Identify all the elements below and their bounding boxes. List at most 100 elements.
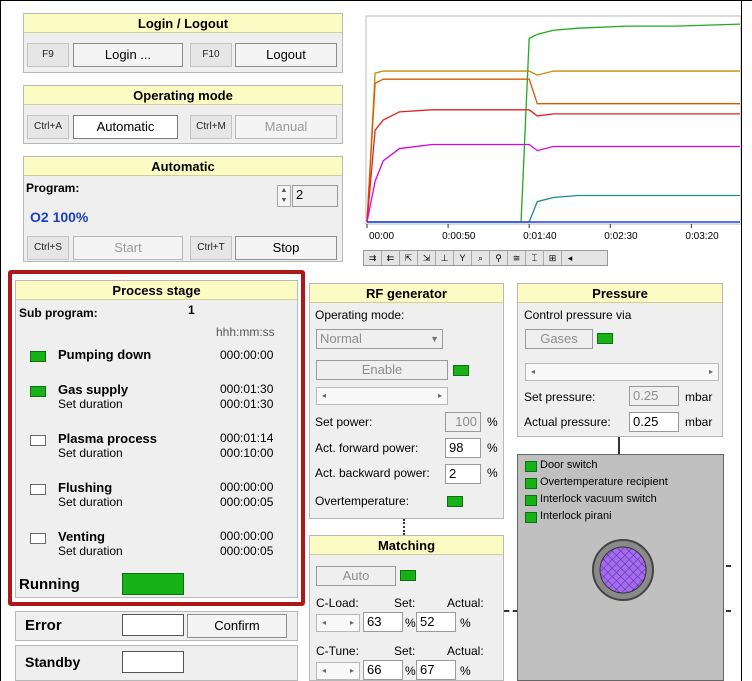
stage-set-time-flushing: 000:00:05 <box>220 495 274 509</box>
stop-button[interactable]: Stop <box>235 236 337 260</box>
program-number-field[interactable]: 2 <box>292 185 338 207</box>
door-switch-label: Door switch <box>540 459 598 471</box>
running-label: Running <box>19 576 80 593</box>
logout-button[interactable]: Logout <box>235 43 337 67</box>
zoom-region-icon[interactable]: ⚲ <box>490 251 508 265</box>
backward-power-unit: % <box>487 466 498 480</box>
stage-time-pumping-down: 000:00:00 <box>220 348 274 362</box>
overtemperature-label: Overtemperature: <box>315 494 410 508</box>
chart-x-tick-label: 00:00 <box>369 231 394 242</box>
running-indicator <box>122 573 184 595</box>
ctune-actual-field: 67 <box>416 660 456 680</box>
scroll-right-icon[interactable]: ▸ <box>706 366 716 378</box>
set-power-unit: % <box>487 415 498 429</box>
stage-time-plasma-process: 000:01:14 <box>220 431 274 445</box>
gases-button[interactable]: Gases <box>525 329 593 349</box>
chamber-panel: Door switch Overtemperature recipient In… <box>517 454 724 681</box>
zoom-y-icon[interactable]: ⇲ <box>418 251 436 265</box>
stage-indicator-plasma-process <box>30 435 46 446</box>
axis-icon[interactable]: ⊥ <box>436 251 454 265</box>
chart-plot-area <box>365 15 742 225</box>
backward-power-field: 2 <box>445 464 481 484</box>
zoom-icon[interactable]: ⌕ <box>472 251 490 265</box>
chamber-window-icon <box>592 539 654 601</box>
stage-name-pumping-down: Pumping down <box>58 347 152 362</box>
pressure-panel: Pressure Control pressure via Gases ◂ ▸ … <box>517 283 723 437</box>
stage-set-time-venting: 000:00:05 <box>220 544 274 558</box>
program-spinner[interactable]: ▲ ▼ <box>277 185 291 207</box>
forward-power-label: Act. forward power: <box>315 441 419 455</box>
ctune-set-field[interactable]: 66 <box>363 660 403 680</box>
scroll-right-icon[interactable]: ▸ <box>347 617 357 629</box>
actual-pressure-unit: mbar <box>685 415 713 429</box>
rf-operating-mode-select[interactable]: Normal ▼ <box>316 329 443 349</box>
confirm-button[interactable]: Confirm <box>187 614 287 638</box>
rf-enable-indicator <box>453 365 469 376</box>
pressure-title: Pressure <box>518 284 722 303</box>
matching-auto-button[interactable]: Auto <box>316 566 396 586</box>
error-label: Error <box>25 617 62 634</box>
program-name: O2 100% <box>30 209 89 225</box>
grid-icon[interactable]: ⊞ <box>544 251 562 265</box>
ctune-label: C-Tune: <box>316 644 359 658</box>
connector-dash <box>504 610 518 612</box>
chart-toolbar: ⇉ ⇇ ⇱ ⇲ ⊥ Y ⌕ ⚲ ≅ ⌶ ⊞ ◂ <box>363 250 608 266</box>
chart-x-tick-label: 0:00:50 <box>442 231 476 242</box>
stage-set-time-gas-supply: 000:01:30 <box>220 397 274 411</box>
sub-program-label: Sub program: <box>19 306 98 320</box>
start-button[interactable]: Start <box>73 236 183 260</box>
set-power-label: Set power: <box>315 415 373 429</box>
left-border <box>0 0 1 681</box>
y-scale-icon[interactable]: Y <box>454 251 472 265</box>
set-pressure-field[interactable]: 0.25 <box>629 386 679 406</box>
manual-mode-button[interactable]: Manual <box>235 115 337 139</box>
pan-right-icon[interactable]: ⇇ <box>382 251 400 265</box>
gases-indicator <box>597 333 613 344</box>
ctune-slider[interactable]: ◂ ▸ <box>316 662 360 680</box>
set-pressure-label: Set pressure: <box>524 390 596 404</box>
interlock-pirani-indicator <box>525 512 537 523</box>
pan-left-icon[interactable]: ⇉ <box>364 251 382 265</box>
scroll-left-icon[interactable]: ◂ <box>319 665 329 677</box>
scroll-left-icon[interactable]: ◂ <box>319 617 329 629</box>
edge-mark <box>726 610 731 615</box>
stop-shortcut: Ctrl+T <box>190 236 232 260</box>
ctune-set-unit: % <box>405 664 416 678</box>
auto-scale-icon[interactable]: ≅ <box>508 251 526 265</box>
cload-label: C-Load: <box>316 596 359 610</box>
rf-power-slider[interactable]: ◂ ▸ <box>316 387 448 405</box>
zoom-x-icon[interactable]: ⇱ <box>400 251 418 265</box>
pressure-slider[interactable]: ◂ ▸ <box>525 363 719 381</box>
login-button[interactable]: Login ... <box>73 43 183 67</box>
ctune-actual-unit: % <box>460 664 471 678</box>
interlock-pirani-label: Interlock pirani <box>540 510 612 522</box>
scroll-left-icon[interactable]: ◂ <box>528 366 538 378</box>
cload-set-unit: % <box>405 616 416 630</box>
ctune-set-label: Set: <box>394 644 416 658</box>
cload-slider[interactable]: ◂ ▸ <box>316 614 360 632</box>
overtemperature-indicator <box>447 496 463 507</box>
scroll-left-icon[interactable]: ◂ <box>562 251 578 265</box>
set-power-field[interactable]: 100 <box>445 412 481 432</box>
cload-set-label: Set: <box>394 596 416 610</box>
stage-time-gas-supply: 000:01:30 <box>220 382 274 396</box>
interlock-vacuum-indicator <box>525 495 537 506</box>
stage-set-label-flushing: Set duration <box>58 495 123 509</box>
chevron-down-icon: ▼ <box>430 334 439 344</box>
cursor-icon[interactable]: ⌶ <box>526 251 544 265</box>
rf-enable-button[interactable]: Enable <box>316 360 448 380</box>
scroll-left-icon[interactable]: ◂ <box>319 390 329 402</box>
right-border <box>741 0 742 681</box>
automatic-mode-button[interactable]: Automatic <box>73 115 178 139</box>
rf-generator-title: RF generator <box>310 284 503 303</box>
scroll-right-icon[interactable]: ▸ <box>435 390 445 402</box>
ctune-actual-label: Actual: <box>447 644 484 658</box>
backward-power-label: Act. backward power: <box>315 466 430 480</box>
stage-time-flushing: 000:00:00 <box>220 480 274 494</box>
trend-chart-svg: 00:00 0:00:50 0:01:40 0:02:30 0:03:20 <box>365 15 742 242</box>
cload-set-field[interactable]: 63 <box>363 612 403 632</box>
scroll-right-icon[interactable]: ▸ <box>347 665 357 677</box>
stage-set-label-gas-supply: Set duration <box>58 397 123 411</box>
control-pressure-label: Control pressure via <box>524 308 632 322</box>
standby-indicator <box>122 651 184 673</box>
